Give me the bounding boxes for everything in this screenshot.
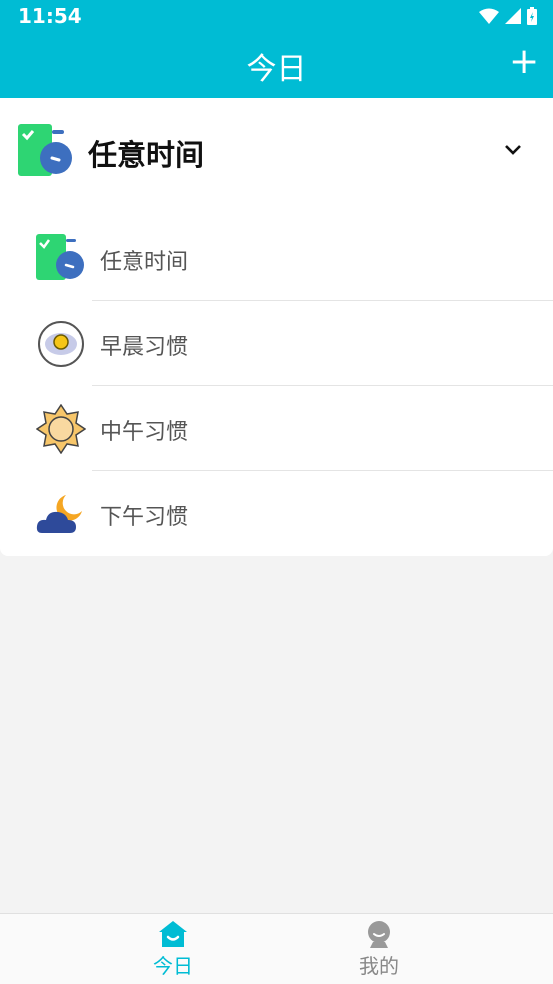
sun-icon (36, 404, 86, 454)
list-item-afternoon[interactable]: 下午习惯 (0, 471, 553, 556)
section-title: 任意时间 (88, 138, 205, 172)
habit-list: 任意时间 早晨习惯 中午习惯 下午习惯 (0, 216, 553, 556)
list-item-label: 任意时间 (100, 250, 189, 275)
stopwatch-icon (18, 124, 72, 176)
list-item-noon[interactable]: 中午习惯 (0, 386, 553, 471)
battery-icon (527, 7, 537, 25)
list-item-anytime[interactable]: 任意时间 (0, 216, 553, 301)
tab-label: 我的 (359, 954, 399, 978)
stopwatch-icon (36, 234, 84, 280)
section-header[interactable]: 任意时间 (0, 98, 553, 208)
list-item-label: 下午习惯 (100, 505, 189, 530)
status-time: 11:54 (18, 4, 82, 28)
profile-icon (368, 921, 390, 948)
list-item-label: 早晨习惯 (100, 335, 189, 360)
status-icons (479, 7, 537, 25)
chevron-down-icon[interactable] (501, 138, 525, 162)
fried-egg-icon (38, 321, 84, 367)
page-title: 今日 (246, 52, 307, 87)
home-icon (159, 921, 187, 947)
app-bar: 今日 + (0, 30, 553, 98)
habit-card: 任意时间 任意时间 早晨习惯 中午习惯 下午习惯 (0, 98, 553, 556)
add-button[interactable]: + (509, 44, 539, 84)
tab-mine[interactable]: 我的 (334, 920, 424, 982)
tab-today[interactable]: 今日 (128, 920, 218, 982)
signal-icon (505, 8, 521, 24)
list-item-label: 中午习惯 (100, 420, 189, 445)
wifi-icon (479, 8, 499, 24)
cloud-moon-icon (36, 495, 82, 533)
status-bar: 11:54 (0, 0, 553, 30)
list-item-morning[interactable]: 早晨习惯 (0, 301, 553, 386)
tab-label: 今日 (153, 954, 193, 978)
bottom-tab-bar: 今日 我的 (0, 913, 553, 984)
